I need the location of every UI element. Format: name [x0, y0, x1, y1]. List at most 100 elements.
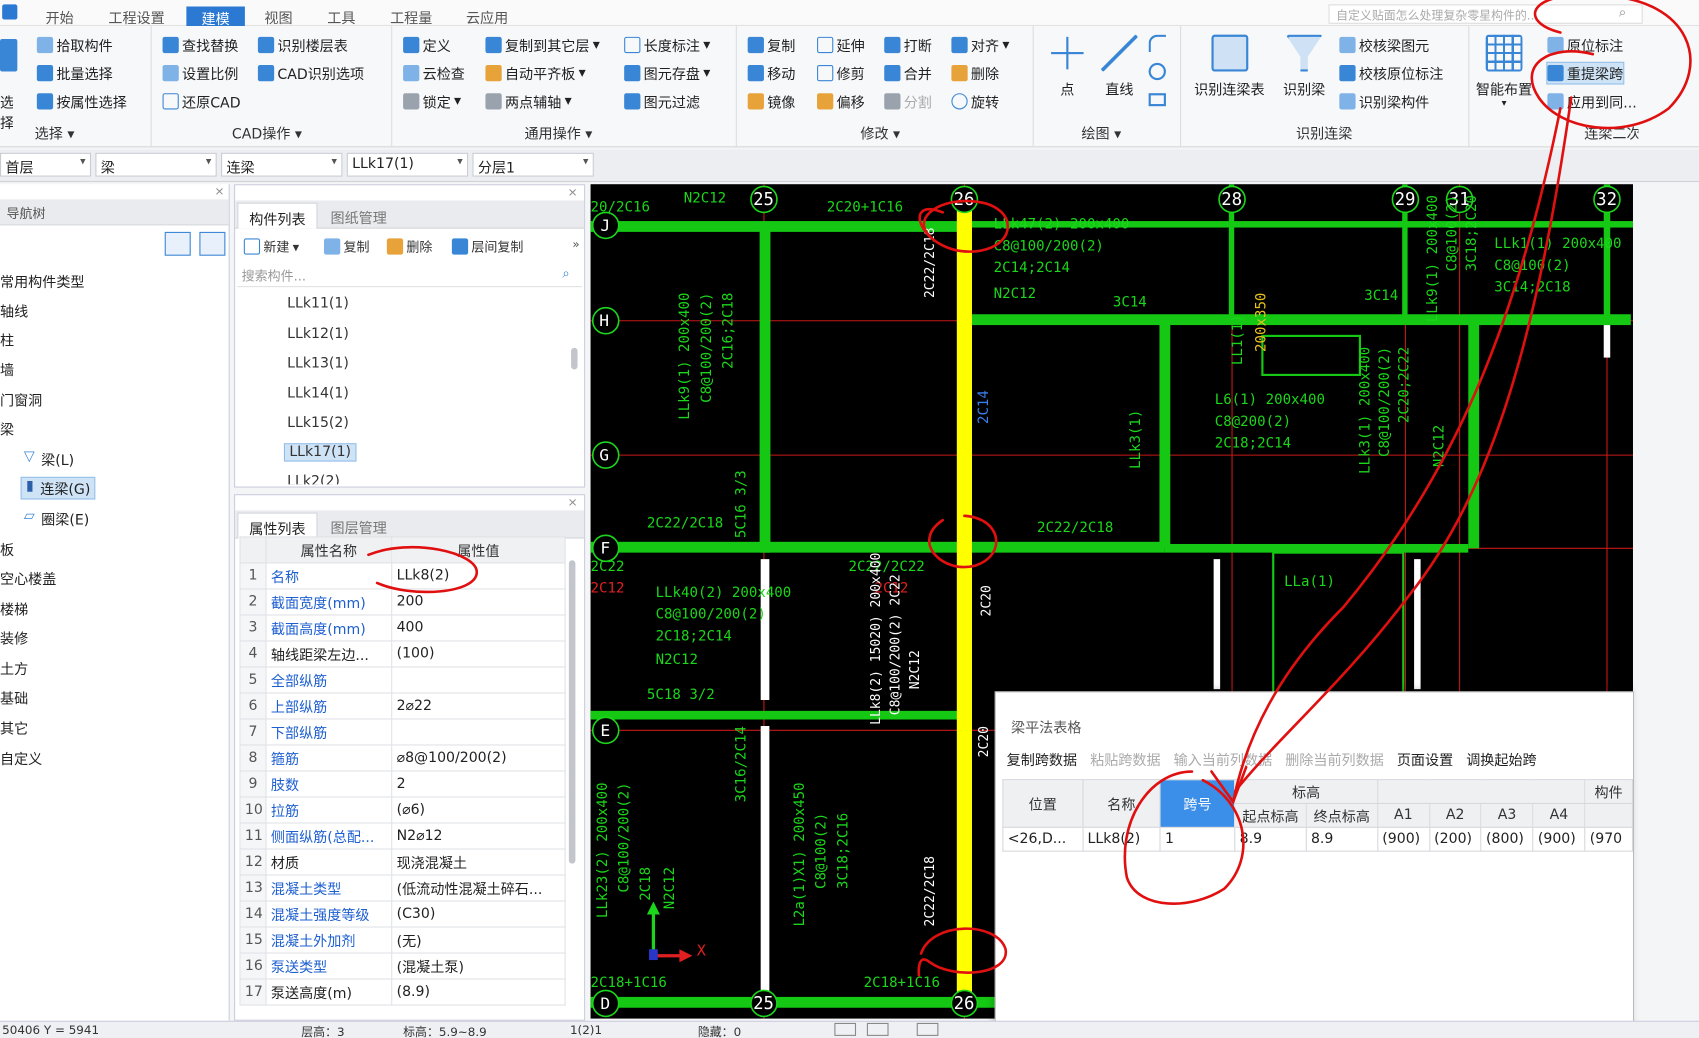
set-scale-button[interactable]: 设置比例 [162, 63, 238, 83]
snap-icon[interactable] [834, 1022, 857, 1036]
nav-beam[interactable]: 梁 [0, 418, 14, 439]
property-row[interactable]: 11 侧面纵筋(总配... N2⌀12 [239, 822, 566, 850]
line-button[interactable]: 直线 [1100, 34, 1138, 99]
copy-button[interactable]: 复制 [747, 35, 795, 55]
ortho-icon[interactable] [866, 1022, 889, 1036]
restore-cad-button[interactable]: 还原CAD [162, 91, 241, 112]
move-button[interactable]: 移动 [747, 63, 795, 83]
property-row[interactable]: 13 混凝土类型 (低流动性混凝土碎石... [239, 874, 566, 902]
element-store-button[interactable]: 图元存盘 ▾ [624, 63, 710, 83]
recognize-beam-button[interactable]: 识别梁 [1283, 34, 1325, 99]
check-beam-element-button[interactable]: 校核梁图元 [1339, 35, 1429, 55]
nav-slab[interactable]: 板 [0, 539, 14, 559]
orig-mark-button[interactable]: 原位标注 [1547, 35, 1623, 55]
split-button[interactable]: 分割 [884, 91, 932, 112]
scrollbar[interactable] [568, 560, 576, 864]
copy-span-data-button[interactable]: 复制跨数据 [1007, 749, 1077, 769]
recognize-floor-table-button[interactable]: 识别楼层表 [257, 35, 348, 55]
cell-a1[interactable]: (900) [1376, 826, 1430, 852]
property-row[interactable]: 14 混凝土强度等级 (C30) [239, 900, 566, 928]
cad-options-button[interactable]: CAD识别选项 [257, 63, 364, 83]
lock-button[interactable]: 锁定 ▾ [403, 91, 461, 112]
property-value[interactable]: 现浇混凝土 [391, 848, 566, 876]
close-icon[interactable]: × [215, 184, 225, 198]
list-item[interactable]: LLk2(2) [287, 474, 340, 485]
nav-axis[interactable]: 轴线 [0, 300, 28, 320]
property-row[interactable]: 17 泵送高度(m) (8.9) [239, 978, 566, 1006]
select-big-button[interactable]: 选择 [0, 39, 22, 132]
property-value[interactable] [391, 666, 566, 694]
property-row[interactable]: 12 材质 现浇混凝土 [239, 848, 566, 876]
grid-view-icon[interactable] [199, 231, 226, 256]
property-row[interactable]: 9 肢数 2 [239, 770, 566, 798]
property-value[interactable]: (C30) [391, 900, 566, 928]
offset-button[interactable]: 偏移 [817, 91, 865, 112]
recognize-beam-comp-button[interactable]: 识别梁构件 [1339, 91, 1429, 112]
cell-name[interactable]: LLk8(2) [1082, 826, 1161, 852]
property-row[interactable]: 7 下部纵筋 [239, 718, 566, 746]
merge-button[interactable]: 合并 [884, 63, 932, 83]
list-view-icon[interactable] [164, 231, 191, 256]
more-icon[interactable]: » [572, 237, 579, 251]
pick-component-button[interactable]: 拾取构件 [36, 35, 113, 55]
batch-select-button[interactable]: 批量选择 [36, 63, 113, 83]
list-item[interactable]: LLk11(1) [287, 296, 349, 312]
app-menu-icon[interactable] [2, 4, 18, 20]
search-icon[interactable]: ⌕ [1619, 4, 1626, 20]
paste-span-data-button[interactable]: 粘贴跨数据 [1090, 749, 1160, 769]
search-icon[interactable]: ⌕ [562, 265, 569, 281]
nav-decoration[interactable]: 装修 [0, 627, 28, 648]
property-value[interactable]: N2⌀12 [391, 822, 566, 850]
grid-icon[interactable] [916, 1022, 939, 1036]
cell-a2[interactable]: (200) [1428, 826, 1482, 852]
arc-icon[interactable] [1148, 34, 1166, 53]
property-value[interactable]: (8.9) [391, 978, 566, 1006]
break-button[interactable]: 打断 [884, 35, 932, 55]
nav-coupling-beam[interactable]: ▮ 连梁(G) [20, 476, 96, 500]
close-icon[interactable]: × [568, 495, 578, 509]
component-search-input[interactable]: 搜索构件... [237, 263, 582, 288]
recognize-table-button[interactable]: 识别连梁表 [1194, 34, 1265, 99]
list-item[interactable]: LLk12(1) [287, 326, 349, 342]
tab-drawing-manage[interactable]: 图纸管理 [320, 203, 398, 229]
property-value[interactable]: (100) [391, 640, 566, 668]
nav-other[interactable]: 其它 [0, 717, 28, 738]
property-value[interactable]: (混凝土泵) [391, 952, 566, 980]
re-span-button[interactable]: 重提梁跨 [1546, 61, 1625, 85]
copy-to-floor-button[interactable]: 复制到其它层 ▾ [485, 35, 600, 55]
define-button[interactable]: 定义 [403, 35, 451, 55]
nav-hollow-floor[interactable]: 空心楼盖 [0, 568, 56, 588]
property-value[interactable]: ⌀8@100/200(2) [391, 744, 566, 772]
cell-span-no[interactable]: 1 [1159, 826, 1236, 852]
property-row[interactable]: 4 轴线距梁左边... (100) [239, 640, 566, 668]
delete-column-data-button[interactable]: 删除当前列数据 [1285, 749, 1384, 769]
tab-modeling[interactable]: 建模 [186, 6, 245, 28]
sublayer-select[interactable]: 分层1 [472, 152, 594, 177]
component-select[interactable]: LLk17(1) [346, 152, 469, 177]
check-orig-mark-button[interactable]: 校核原位标注 [1339, 63, 1443, 83]
find-replace-button[interactable]: 查找替换 [162, 35, 238, 55]
cell-a3[interactable]: (800) [1480, 826, 1534, 852]
nav-earthwork[interactable]: 土方 [0, 658, 28, 678]
list-item[interactable]: LLk15(2) [287, 415, 349, 431]
align-button[interactable]: 对齐 ▾ [951, 35, 1009, 55]
length-mark-button[interactable]: 长度标注 ▾ [624, 35, 710, 55]
delete-comp-button[interactable]: 删除 [386, 237, 432, 255]
floor-select[interactable]: 首层 [0, 152, 92, 177]
property-value[interactable] [391, 718, 566, 746]
nav-column[interactable]: 柱 [0, 329, 14, 350]
two-point-axis-button[interactable]: 两点辅轴 ▾ [485, 91, 572, 112]
nav-stairs[interactable]: 楼梯 [0, 598, 28, 618]
property-value[interactable]: 2⌀22 [391, 692, 566, 720]
cell-a4[interactable]: (900) [1532, 826, 1586, 852]
auto-flat-slab-button[interactable]: 自动平齐板 ▾ [485, 63, 586, 83]
nav-custom[interactable]: 自定义 [0, 748, 42, 768]
page-setup-button[interactable]: 页面设置 [1397, 749, 1453, 769]
col-span-no[interactable]: 跨号 [1159, 779, 1236, 828]
property-row[interactable]: 15 混凝土外加剂 (无) [239, 926, 566, 954]
list-item[interactable]: LLk14(1) [287, 386, 349, 402]
property-row[interactable]: 16 泵送类型 (混凝土泵) [239, 952, 566, 980]
nav-common-types[interactable]: 常用构件类型 [0, 271, 85, 291]
tab-component-list[interactable]: 构件列表 [237, 202, 318, 229]
select-by-attr-button[interactable]: 按属性选择 [36, 91, 127, 112]
